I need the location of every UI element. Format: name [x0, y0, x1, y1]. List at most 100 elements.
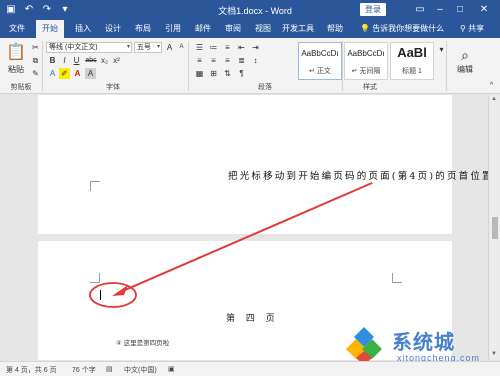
language-indicator[interactable]: 中文(中国) [124, 365, 157, 375]
font-group-label: 字体 [106, 84, 120, 91]
copy-icon[interactable]: ⧉ [30, 55, 41, 66]
vertical-scrollbar[interactable]: ▲ ▼ [488, 95, 500, 360]
increase-indent-icon[interactable]: ⇥ [250, 42, 261, 53]
word-count[interactable]: 76 个字 [72, 365, 96, 375]
multilevel-list-icon[interactable]: ≡ [222, 42, 233, 53]
text-cursor [100, 290, 101, 300]
margin-mark [392, 273, 402, 283]
macro-icon[interactable]: ▣ [168, 365, 175, 373]
scroll-up-icon[interactable]: ▲ [491, 96, 497, 102]
tab-view[interactable]: 视图 [250, 20, 276, 38]
italic-button[interactable]: I [59, 55, 70, 66]
char-shading-button[interactable]: A [85, 68, 96, 79]
maximize-icon[interactable]: □ [452, 2, 468, 18]
redo-icon[interactable]: ↷ [40, 3, 54, 17]
tab-insert[interactable]: 插入 [70, 20, 96, 38]
style-normal[interactable]: AaBbCcDı ↵ 正文 [298, 42, 342, 80]
tab-developer[interactable]: 开发工具 [280, 20, 316, 38]
scroll-thumb[interactable] [492, 217, 498, 239]
document-title: 文档1.docx - Word [218, 6, 292, 16]
chevron-down-icon: ▾ [156, 44, 160, 50]
page-3[interactable] [38, 95, 452, 234]
cut-icon[interactable]: ✂ [30, 42, 41, 53]
format-painter-icon[interactable]: ✎ [30, 68, 41, 79]
group-divider [446, 41, 447, 91]
decrease-indent-icon[interactable]: ⇤ [236, 42, 247, 53]
share-button[interactable]: ⚲ 共享 [460, 20, 484, 38]
sort-icon[interactable]: ⇅ [222, 68, 233, 79]
collapse-ribbon-icon[interactable]: ^ [486, 80, 497, 91]
clipboard-group-label: 剪贴板 [10, 84, 32, 91]
instruction-text: 把光标移动到开始编页码的页面(第4页)的页首位置 [228, 171, 494, 182]
borders-icon[interactable]: ⊞ [208, 68, 219, 79]
paste-icon[interactable]: 📋 [6, 42, 26, 64]
lightbulb-icon: 💡 [360, 24, 373, 33]
page-4[interactable]: 第 四 页 ④ 这里是第四页啦 [38, 241, 452, 360]
grow-font-icon[interactable]: A [164, 42, 175, 53]
tab-design[interactable]: 设计 [100, 20, 126, 38]
scroll-down-icon[interactable]: ▼ [491, 351, 497, 357]
customize-icon[interactable]: ▾ [58, 3, 72, 17]
bold-button[interactable]: B [47, 55, 58, 66]
margin-mark [90, 181, 100, 191]
tab-home[interactable]: 开始 [36, 20, 64, 38]
font-size-value: 五号 [137, 44, 151, 51]
document-area[interactable]: 第 四 页 ④ 这里是第四页啦 [0, 95, 488, 360]
strikethrough-button[interactable]: abc [84, 55, 98, 66]
chevron-down-icon: ▾ [126, 44, 130, 50]
align-right-icon[interactable]: ≡ [222, 55, 233, 66]
group-divider [42, 41, 43, 91]
style-heading-1[interactable]: AaBl 标题 1 [390, 42, 434, 80]
close-icon[interactable]: ✕ [476, 2, 492, 18]
save-icon[interactable]: ▣ [4, 3, 18, 17]
font-color-button[interactable]: A [72, 68, 83, 79]
underline-button[interactable]: U [71, 55, 82, 66]
text-effects-icon[interactable]: A [47, 68, 58, 79]
tab-mailings[interactable]: 邮件 [190, 20, 216, 38]
page-heading: 第 四 页 [226, 314, 279, 324]
style-no-spacing[interactable]: AaBbCcDı ↵ 无间隔 [344, 42, 388, 80]
watermark-logo [346, 327, 382, 365]
font-size-combo[interactable]: 五号 ▾ [134, 42, 162, 53]
align-left-icon[interactable]: ≡ [194, 55, 205, 66]
style-name: 标题 1 [402, 68, 422, 75]
footnote-text: ④ 这里是第四页啦 [116, 340, 170, 347]
ribbon-display-icon[interactable]: ▭ [412, 2, 428, 18]
subscript-button[interactable]: x₂ [99, 55, 110, 66]
search-icon[interactable]: ⌕ [452, 46, 478, 64]
bullets-icon[interactable]: ☰ [194, 42, 205, 53]
justify-icon[interactable]: ≣ [236, 55, 247, 66]
tab-help[interactable]: 帮助 [322, 20, 348, 38]
undo-icon[interactable]: ↶ [22, 3, 36, 17]
font-name-combo[interactable]: 等线 (中文正文) ▾ [46, 42, 132, 53]
tab-references[interactable]: 引用 [160, 20, 186, 38]
watermark-brand: 系统城 [392, 330, 455, 354]
tab-file[interactable]: 文件 [4, 20, 30, 38]
tell-me-label: 告诉我你想要做什么 [372, 24, 445, 33]
page-count[interactable]: 第 4 页，共 6 页 [6, 365, 57, 375]
editing-button[interactable]: 编辑 [452, 64, 478, 75]
login-button[interactable]: 登录 [360, 3, 386, 16]
highlight-icon[interactable]: ✐ [59, 68, 70, 79]
tell-me-search[interactable]: 💡 告诉我你想要做什么 [360, 20, 444, 38]
shrink-font-icon[interactable]: A [176, 42, 187, 53]
proofing-icon[interactable]: ▤ [106, 365, 113, 373]
margin-mark [90, 273, 100, 283]
line-spacing-icon[interactable]: ↕ [250, 55, 261, 66]
tab-review[interactable]: 审阅 [220, 20, 246, 38]
font-name-value: 等线 (中文正文) [49, 44, 98, 51]
style-sample: AaBbCcDı [347, 49, 385, 58]
superscript-button[interactable]: x² [111, 55, 122, 66]
show-marks-icon[interactable]: ¶ [236, 68, 247, 79]
minimize-icon[interactable]: – [432, 2, 448, 18]
ribbon: 📋 粘贴 ✂ ⧉ ✎ 剪贴板 等线 (中文正文) ▾ 五号 ▾ A A B I U … [0, 38, 500, 94]
numbering-icon[interactable]: ≔ [208, 42, 219, 53]
styles-group-label: 样式 [363, 84, 377, 91]
paste-button[interactable]: 粘贴 [4, 64, 28, 75]
style-name: ↵ 正文 [309, 68, 331, 75]
group-divider [188, 41, 189, 91]
align-center-icon[interactable]: ≡ [208, 55, 219, 66]
tab-layout[interactable]: 布局 [130, 20, 156, 38]
shading-icon[interactable]: ▦ [194, 68, 205, 79]
ribbon-tabs: 文件 开始 插入 设计 布局 引用 邮件 审阅 视图 开发工具 帮助 💡 告诉我… [0, 20, 500, 38]
